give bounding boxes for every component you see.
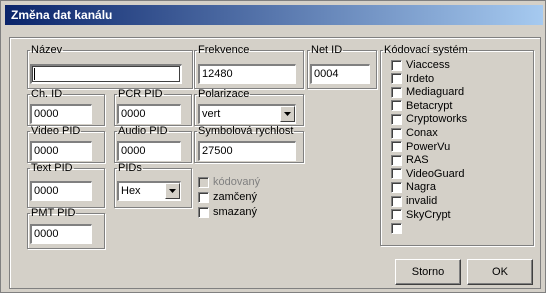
nazev-input[interactable] — [30, 64, 182, 84]
text-pid-input[interactable]: 0000 — [30, 181, 92, 201]
encryption-checkbox[interactable]: Irdeto — [391, 72, 434, 86]
polarizace-value: vert — [202, 108, 221, 120]
checkbox-box — [391, 154, 402, 166]
pmt-pid-input[interactable]: 0000 — [30, 224, 92, 244]
text-caret — [34, 68, 35, 81]
encryption-checkbox[interactable]: Viaccess — [391, 58, 450, 72]
checkbox-box — [391, 209, 402, 221]
label-kodovaci-system: Kódovací systém — [384, 44, 468, 56]
checkbox-box — [391, 195, 402, 207]
dropdown-button[interactable] — [280, 106, 295, 122]
label-video-pid: Video PID — [31, 125, 81, 137]
checkbox-label: RAS — [406, 154, 429, 167]
label-symbolova: Symbolová rychlost — [198, 125, 294, 137]
pids-value: Hex — [121, 185, 141, 197]
checkbox-label: Conax — [406, 127, 438, 139]
encryption-checkbox[interactable]: SkyCrypt — [391, 208, 451, 222]
label-audio-pid: Audio PID — [118, 125, 168, 137]
label-nazev: Název — [31, 44, 63, 56]
window-title: Změna dat kanálu — [11, 8, 113, 22]
encryption-checkbox[interactable]: Cryptoworks — [391, 112, 467, 126]
label-frekvence: Frekvence — [198, 44, 250, 56]
checkbox-label: zamčený — [213, 191, 258, 203]
checkbox-label: Cryptoworks — [406, 113, 468, 126]
video-pid-input[interactable]: 0000 — [30, 141, 92, 161]
chevron-down-icon — [169, 189, 176, 193]
symbolova-input[interactable]: 27500 — [198, 141, 296, 161]
chevron-down-icon — [284, 112, 291, 116]
checkbox-zamceny[interactable]: zamčený — [198, 190, 257, 204]
frekvence-input[interactable]: 12480 — [198, 64, 296, 84]
ok-button[interactable]: OK — [467, 259, 533, 285]
checkbox-box — [391, 127, 402, 139]
checkbox-label: Mediaguard — [406, 86, 465, 99]
encryption-checkbox[interactable]: VideoGuard — [391, 167, 465, 181]
checkbox-box — [391, 168, 402, 180]
checkbox-box — [391, 222, 402, 234]
checkbox-label: invalid — [406, 195, 438, 207]
checkbox-box — [391, 86, 402, 98]
checkbox-label: Betacrypt — [406, 99, 453, 112]
polarizace-select[interactable]: vert — [198, 104, 296, 124]
checkbox-label: Irdeto — [406, 72, 435, 85]
checkbox-label: smazaný — [213, 206, 258, 218]
audio-pid-input[interactable]: 0000 — [117, 141, 181, 161]
encryption-checkbox[interactable]: Nagra — [391, 180, 436, 194]
label-pids: PIDs — [118, 162, 142, 174]
checkbox-smazany[interactable]: smazaný — [198, 205, 257, 219]
encryption-checkbox[interactable]: Conax — [391, 126, 438, 140]
checkbox-label: PowerVu — [406, 140, 451, 153]
label-ch-id: Ch. ID — [31, 88, 63, 100]
label-text-pid: Text PID — [31, 162, 73, 174]
storno-button[interactable]: Storno — [395, 259, 461, 285]
encryption-checkbox[interactable]: PowerVu — [391, 140, 450, 154]
net-id-input[interactable]: 0004 — [310, 64, 370, 84]
label-pcr-pid: PCR PID — [118, 88, 163, 100]
checkbox-box — [391, 100, 402, 112]
checkbox-box — [391, 59, 402, 71]
checkbox-box — [198, 176, 209, 188]
dialog-window: Změna dat kanálu Název Frekvence 12480 N… — [0, 0, 546, 293]
encryption-checkbox[interactable]: Mediaguard — [391, 85, 464, 99]
checkbox-label: VideoGuard — [406, 167, 465, 180]
ch-id-input[interactable]: 0000 — [30, 104, 92, 124]
title-bar[interactable]: Změna dat kanálu — [5, 5, 543, 25]
checkbox-box — [391, 141, 402, 153]
dropdown-button[interactable] — [165, 183, 180, 199]
checkbox-box — [391, 113, 402, 125]
encryption-checkbox[interactable]: RAS — [391, 153, 429, 167]
label-polarizace: Polarizace — [198, 88, 250, 100]
checkbox-kodovany[interactable]: kódovaný — [198, 175, 260, 189]
checkbox-label: Nagra — [406, 181, 436, 194]
label-pmt-pid: PMT PID — [31, 207, 76, 219]
checkbox-box — [198, 206, 209, 218]
encryption-checkbox[interactable] — [391, 221, 406, 235]
checkbox-box — [391, 181, 402, 193]
checkbox-box — [198, 191, 209, 203]
checkbox-label: SkyCrypt — [406, 208, 451, 221]
pcr-pid-input[interactable]: 0000 — [117, 104, 181, 124]
checkbox-label: kódovaný — [213, 176, 261, 188]
pids-select[interactable]: Hex — [117, 181, 181, 201]
checkbox-label: Viaccess — [406, 59, 450, 71]
encryption-checkbox[interactable]: Betacrypt — [391, 99, 452, 113]
checkbox-box — [391, 73, 402, 85]
main-panel: Název Frekvence 12480 Net ID 0004 Ch. ID… — [9, 37, 541, 289]
encryption-checkbox[interactable]: invalid — [391, 194, 437, 208]
label-net-id: Net ID — [311, 44, 343, 56]
